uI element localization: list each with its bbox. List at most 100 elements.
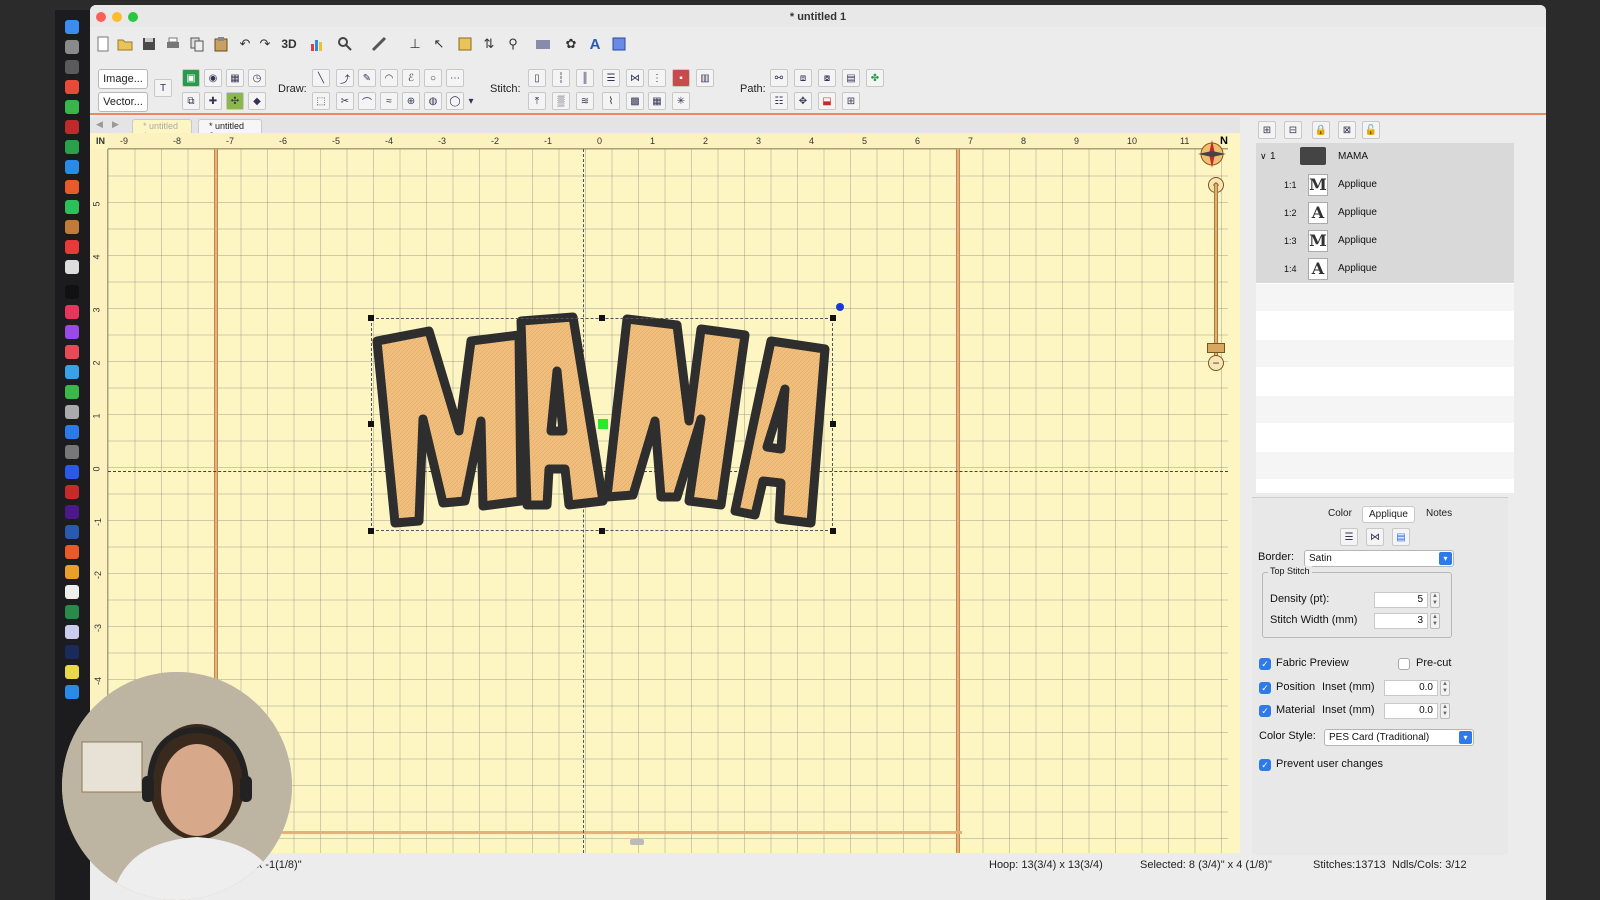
path-merge-icon[interactable]: ⬓ (818, 92, 836, 110)
bowtie-icon[interactable]: ⋈ (1366, 528, 1384, 546)
columns-stitch-icon[interactable]: ▥ (696, 69, 714, 87)
chrome-icon[interactable] (65, 80, 79, 94)
line-tool-icon[interactable]: ╲ (312, 69, 330, 87)
open-folder-icon[interactable] (116, 35, 134, 53)
frame-icon[interactable] (456, 35, 474, 53)
image-button[interactable]: Image... (98, 69, 148, 89)
path-grid-icon[interactable]: ▤ (842, 69, 860, 87)
layer-row[interactable]: 1:3 M Applique (1256, 227, 1514, 255)
unlock-icon[interactable]: 🔓 (1362, 121, 1380, 139)
app-icon[interactable] (65, 120, 79, 134)
bean-stitch-icon[interactable]: ┆ (552, 69, 570, 87)
material-inset-input[interactable]: 0.0 (1384, 703, 1438, 719)
horizontal-scroll-thumb[interactable] (630, 839, 644, 845)
run-stitch-icon[interactable]: ▯ (528, 69, 546, 87)
podcasts-icon[interactable] (65, 325, 79, 339)
zoom-slider-knob[interactable] (1207, 343, 1225, 353)
text-frame-icon[interactable]: T (154, 79, 172, 97)
layer-row[interactable]: 1:4 A Applique (1256, 255, 1514, 283)
finder-icon[interactable] (65, 20, 79, 34)
chevron-down-icon[interactable]: ▾ (466, 92, 476, 110)
shape-add-icon[interactable]: ⊕ (402, 92, 420, 110)
clock-icon[interactable]: ◷ (248, 69, 266, 87)
material-inset-stepper[interactable]: ▲ ▼ (1440, 703, 1450, 719)
zoom-out-button[interactable]: − (1208, 355, 1224, 371)
resize-handle[interactable] (368, 528, 374, 534)
news-icon[interactable] (65, 345, 79, 359)
save-icon[interactable] (140, 35, 158, 53)
rotate-handle[interactable] (836, 303, 844, 311)
position-inset-stepper[interactable]: ▲ ▼ (1440, 680, 1450, 696)
position-inset-input[interactable]: 0.0 (1384, 680, 1438, 696)
system-preferences-icon[interactable] (65, 445, 79, 459)
satin-stitch-icon[interactable]: ║ (576, 69, 594, 87)
document-icon[interactable]: ▤ (1392, 528, 1410, 546)
resize-handle[interactable] (368, 421, 374, 427)
prevent-changes-checkbox[interactable]: ✓ (1259, 759, 1271, 771)
lock-icon[interactable]: 🔒 (1312, 121, 1330, 139)
mail-icon[interactable] (65, 160, 79, 174)
center-point-handle[interactable] (598, 419, 608, 429)
path-align-icon[interactable]: ⊞ (842, 92, 860, 110)
app-icon[interactable] (65, 220, 79, 234)
app-icon[interactable] (65, 565, 79, 579)
numbers-icon[interactable] (65, 385, 79, 399)
arc-tool-icon[interactable]: ◠ (380, 69, 398, 87)
freehand-tool-icon[interactable]: ℰ (402, 69, 420, 87)
arrange-icon[interactable]: ▦ (226, 69, 244, 87)
wave-tool-icon[interactable]: ≈ (380, 92, 398, 110)
node-tool-icon[interactable]: ⋯ (446, 69, 464, 87)
app-icon[interactable] (65, 465, 79, 479)
checker-stitch-icon[interactable]: ▦ (648, 92, 666, 110)
path-stack-icon[interactable]: ☷ (770, 92, 788, 110)
layer-group-row[interactable]: ∨ 1 MAMA (1256, 143, 1514, 171)
app-icon[interactable] (65, 365, 79, 379)
app-icon[interactable] (65, 545, 79, 559)
app-icon[interactable] (65, 100, 79, 114)
applique-stitch-icon[interactable]: ▪ (672, 69, 690, 87)
density-input[interactable]: 5 (1374, 592, 1428, 608)
app-icon[interactable] (65, 60, 79, 74)
stitch-layers-icon[interactable]: ☰ (1340, 528, 1358, 546)
magnifier-icon[interactable] (336, 35, 354, 53)
print-icon[interactable] (164, 35, 182, 53)
resize-handle[interactable] (830, 315, 836, 321)
chart-icon[interactable] (308, 35, 326, 53)
view-icon[interactable]: ◉ (204, 69, 222, 87)
sewing-machine-icon[interactable] (534, 35, 552, 53)
app-icon[interactable] (65, 585, 79, 599)
calendar-icon[interactable] (65, 240, 79, 254)
resize-handle[interactable] (830, 421, 836, 427)
app-store-icon[interactable] (65, 425, 79, 439)
select-tool-icon[interactable]: ↖ (430, 35, 448, 53)
paste-icon[interactable] (212, 35, 230, 53)
resize-handle[interactable] (599, 315, 605, 321)
bezier-tool-icon[interactable]: ⌒ (358, 92, 376, 110)
ribbon-stitch-icon[interactable]: ⌇ (602, 92, 620, 110)
acrobat-icon[interactable] (65, 485, 79, 499)
curve-tool-icon[interactable]: ⤴ (336, 69, 354, 87)
motif-stitch-icon[interactable]: ⋮ (648, 69, 666, 87)
fabric-preview-checkbox[interactable]: ✓ (1259, 658, 1271, 670)
new-file-icon[interactable] (94, 35, 112, 53)
resize-handle[interactable] (830, 528, 836, 534)
layer-row[interactable]: 1:2 A Applique (1256, 199, 1514, 227)
select-mode-icon[interactable]: ▣ (182, 69, 200, 87)
expand-layers-icon[interactable]: ⊞ (1258, 121, 1276, 139)
app-icon[interactable] (65, 625, 79, 639)
export-icon[interactable] (610, 35, 628, 53)
facetime-icon[interactable] (65, 200, 79, 214)
thread-icon[interactable]: ⚲ (504, 35, 522, 53)
path-move-icon[interactable]: ✥ (794, 92, 812, 110)
music-icon[interactable] (65, 305, 79, 319)
tab-untitled-1[interactable]: * untitled 1 (132, 119, 192, 141)
tab-prev-icon[interactable]: ◀ (96, 119, 103, 130)
tab-color[interactable]: Color (1322, 506, 1358, 521)
shapes-icon[interactable]: ◆ (248, 92, 266, 110)
app-icon[interactable] (65, 405, 79, 419)
text-tool-icon[interactable]: A (586, 35, 604, 53)
pen-tool-icon[interactable]: ✎ (358, 69, 376, 87)
ellipse-tool-icon[interactable]: ◯ (446, 92, 464, 110)
dreamweaver-icon[interactable] (65, 505, 79, 519)
resize-handle[interactable] (368, 315, 374, 321)
